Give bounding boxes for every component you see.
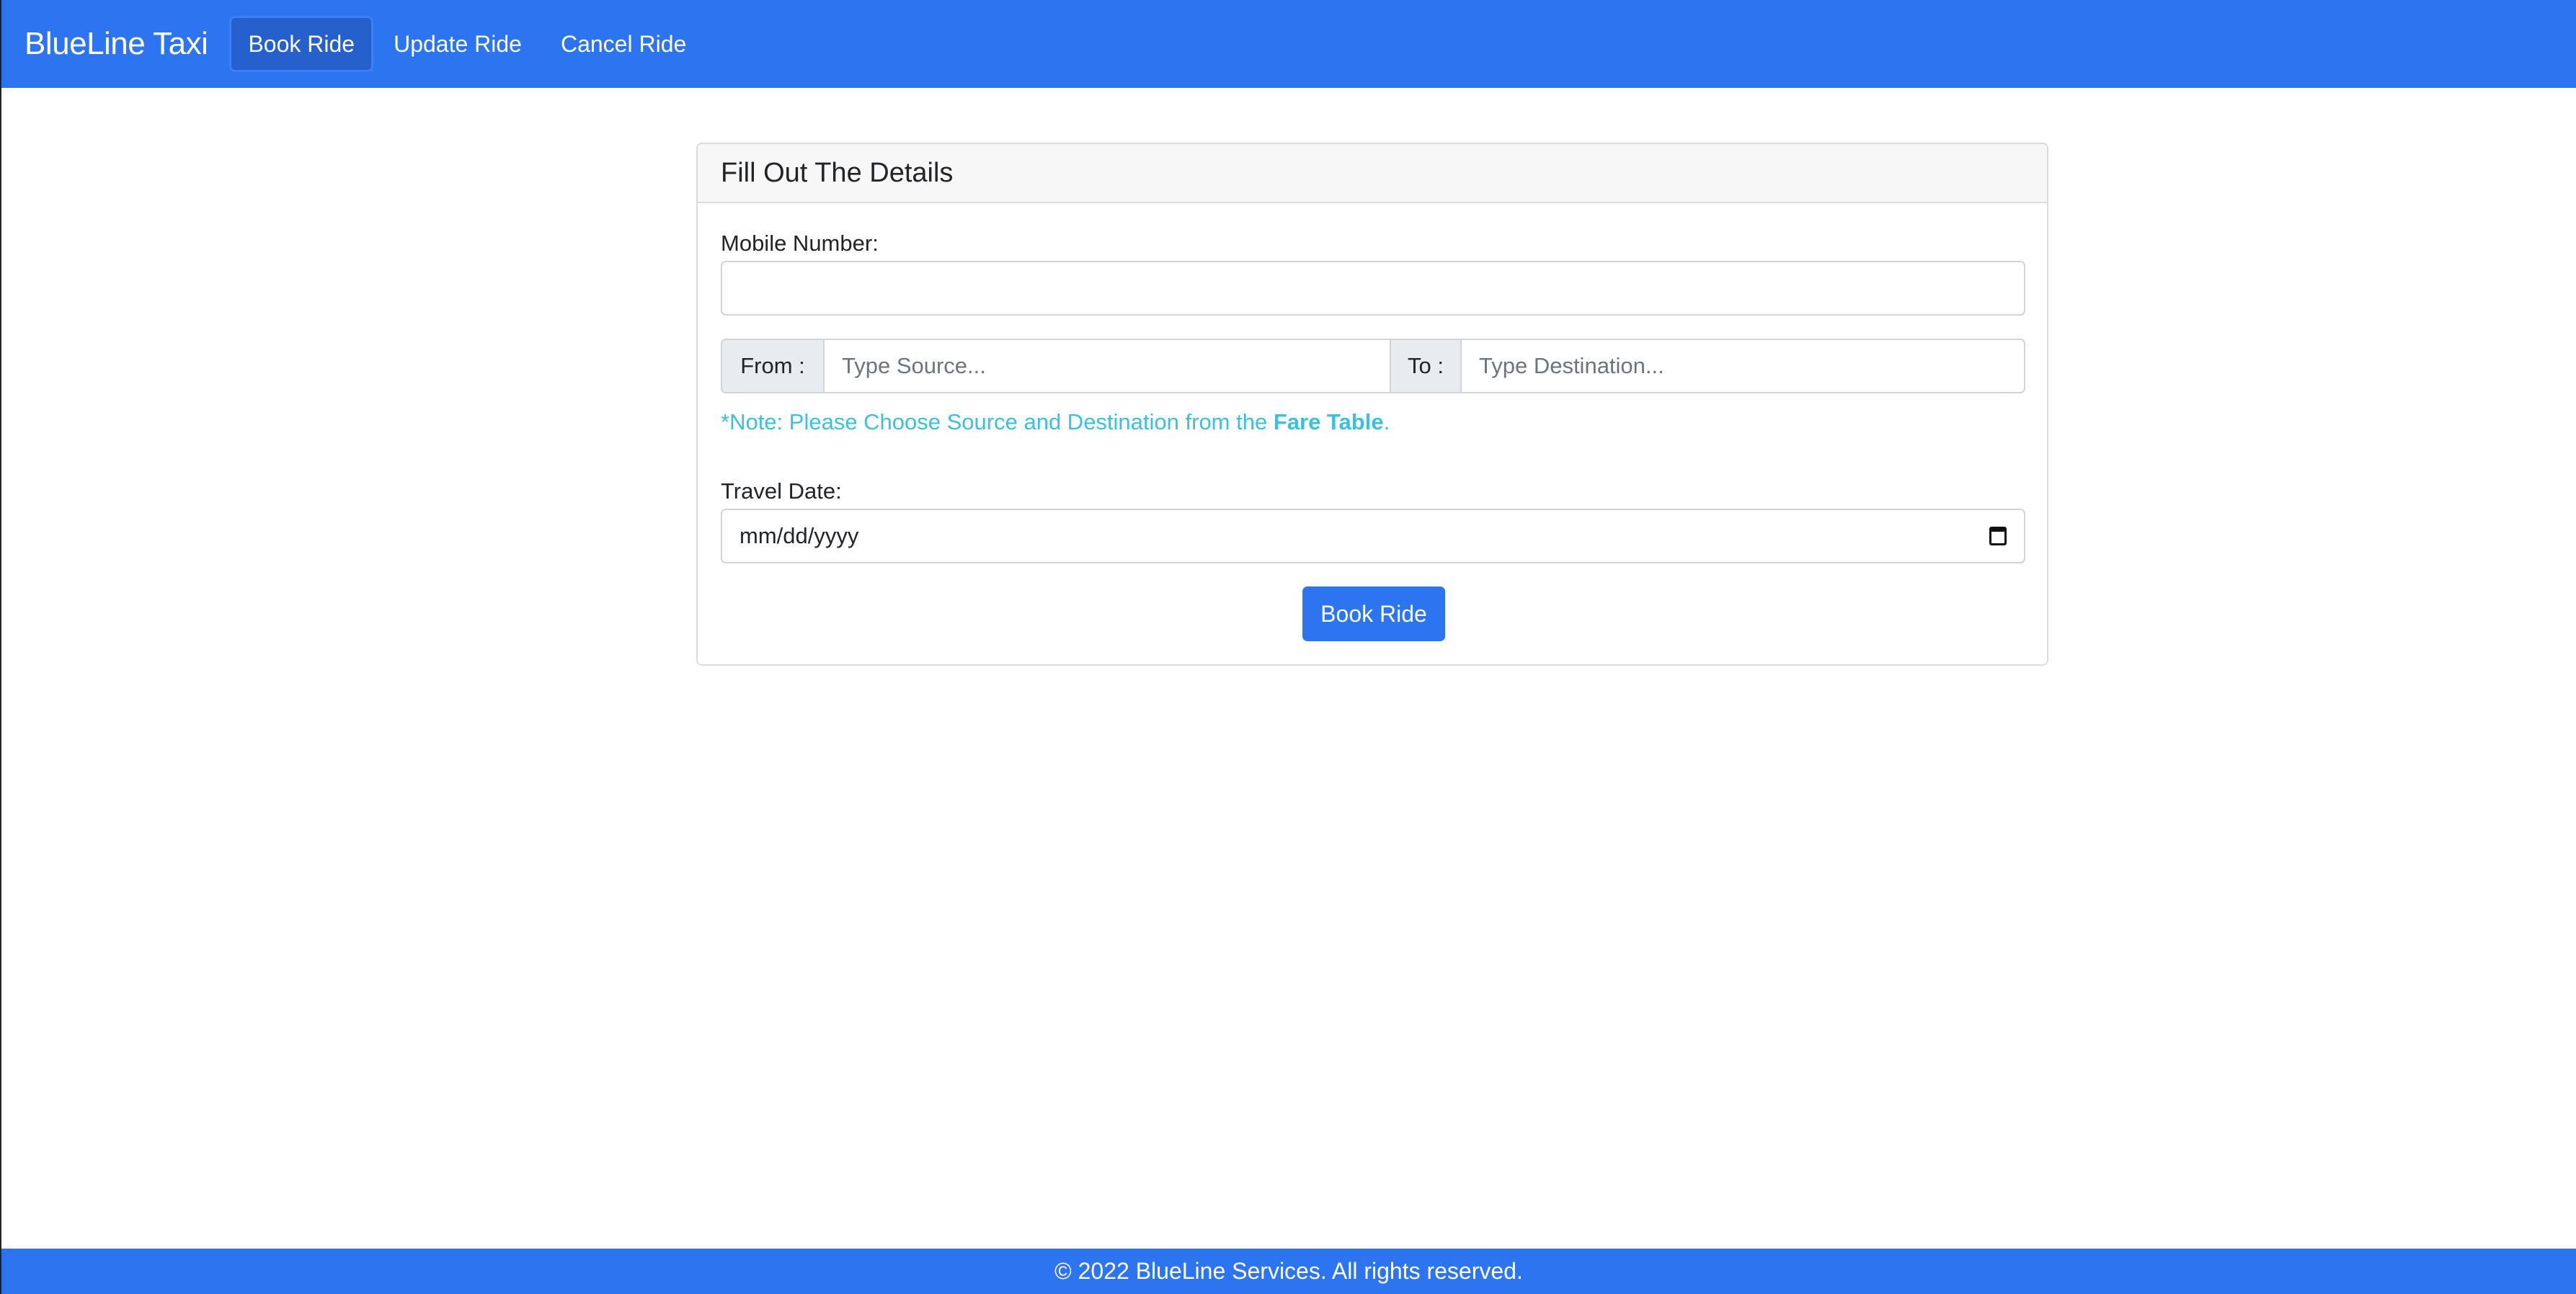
copyright-text: © 2022 BlueLine Services. All rights res… xyxy=(1054,1258,1523,1284)
nav-link-book-ride[interactable]: Book Ride xyxy=(229,16,374,72)
route-input-group: From : To : xyxy=(721,339,2025,393)
source-input[interactable] xyxy=(825,339,1391,393)
date-value: mm/dd/yyyy xyxy=(740,523,859,548)
nav-link-cancel-ride[interactable]: Cancel Ride xyxy=(542,16,705,72)
fare-table-link[interactable]: Fare Table xyxy=(1274,409,1384,434)
mobile-number-label: Mobile Number: xyxy=(721,231,879,256)
fare-note-suffix: . xyxy=(1383,409,1390,434)
page: BlueLine Taxi Book Ride Update Ride Canc… xyxy=(0,0,2576,1294)
destination-input[interactable] xyxy=(1462,339,2025,393)
nav-link-update-ride[interactable]: Update Ride xyxy=(375,16,541,72)
to-label: To : xyxy=(1391,339,1462,393)
booking-card: Fill Out The Details Mobile Number: From… xyxy=(696,143,2048,666)
travel-date-label: Travel Date: xyxy=(721,478,842,504)
mobile-number-input[interactable] xyxy=(721,261,2025,316)
calendar-icon[interactable] xyxy=(1989,527,2007,545)
brand-logo[interactable]: BlueLine Taxi xyxy=(25,26,208,62)
from-label: From : xyxy=(721,339,825,393)
book-ride-button[interactable]: Book Ride xyxy=(1302,586,1445,641)
navbar: BlueLine Taxi Book Ride Update Ride Canc… xyxy=(1,0,2576,88)
footer: © 2022 BlueLine Services. All rights res… xyxy=(1,1249,2576,1294)
travel-date-input[interactable]: mm/dd/yyyy xyxy=(721,509,2025,563)
fare-note: *Note: Please Choose Source and Destinat… xyxy=(721,409,1390,435)
card-title: Fill Out The Details xyxy=(698,144,2047,203)
fare-note-text: *Note: Please Choose Source and Destinat… xyxy=(721,409,1274,434)
